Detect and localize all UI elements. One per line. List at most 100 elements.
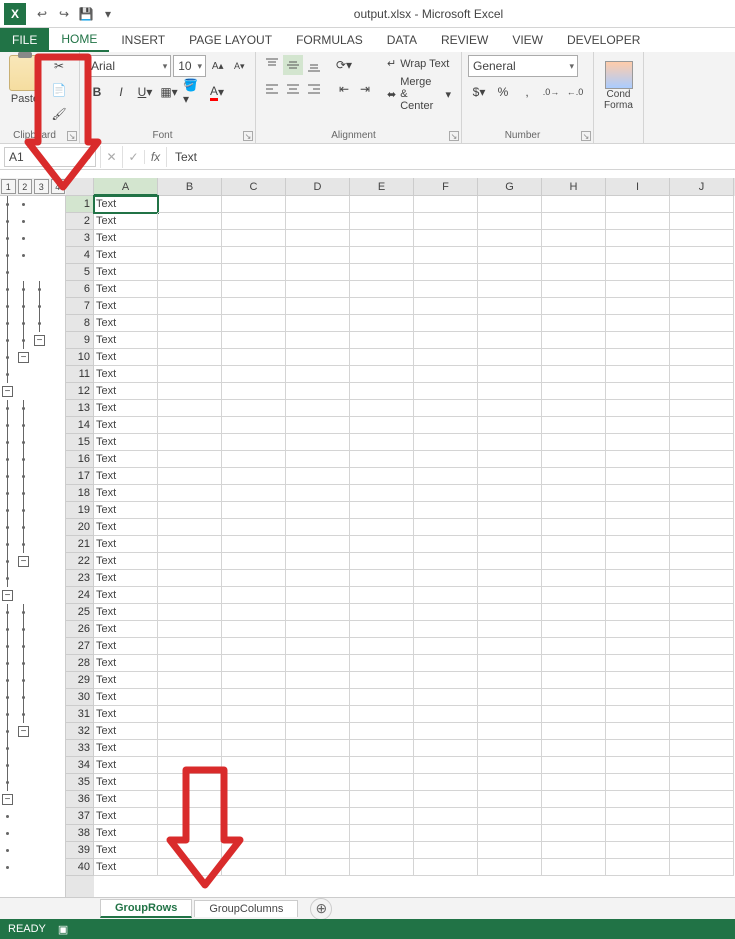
cell[interactable]: [606, 264, 670, 281]
cell[interactable]: [222, 315, 286, 332]
cell[interactable]: [542, 417, 606, 434]
cell[interactable]: [478, 383, 542, 400]
column-header-F[interactable]: F: [414, 178, 478, 196]
cell[interactable]: [350, 638, 414, 655]
align-bottom-icon[interactable]: [304, 55, 324, 75]
italic-button[interactable]: I: [110, 81, 132, 103]
cell[interactable]: [542, 774, 606, 791]
row-header[interactable]: 7: [66, 298, 94, 315]
alignment-dialog-icon[interactable]: ↘: [449, 131, 459, 141]
cell[interactable]: [350, 213, 414, 230]
cell[interactable]: [606, 298, 670, 315]
cell[interactable]: [286, 264, 350, 281]
cell[interactable]: [286, 519, 350, 536]
cell[interactable]: Text: [94, 213, 158, 230]
cell[interactable]: [670, 740, 734, 757]
cell[interactable]: [478, 808, 542, 825]
cell[interactable]: [606, 315, 670, 332]
accounting-format-icon[interactable]: $▾: [468, 81, 490, 103]
outline-level-2[interactable]: 2: [18, 179, 33, 194]
outline-level-1[interactable]: 1: [1, 179, 16, 194]
cell[interactable]: [350, 298, 414, 315]
select-all-button[interactable]: [66, 178, 94, 196]
cell[interactable]: [222, 468, 286, 485]
cell[interactable]: [222, 451, 286, 468]
cell[interactable]: [542, 213, 606, 230]
cell[interactable]: [542, 553, 606, 570]
cell[interactable]: [350, 774, 414, 791]
cell[interactable]: [414, 230, 478, 247]
cell[interactable]: [670, 689, 734, 706]
ribbon-tab-view[interactable]: VIEW: [500, 28, 555, 52]
cell[interactable]: [222, 842, 286, 859]
cell[interactable]: [222, 859, 286, 876]
cell[interactable]: [542, 315, 606, 332]
row-header[interactable]: 10: [66, 349, 94, 366]
cell[interactable]: [158, 587, 222, 604]
cell[interactable]: [670, 842, 734, 859]
cell[interactable]: [414, 349, 478, 366]
cell[interactable]: [414, 757, 478, 774]
cell[interactable]: [414, 502, 478, 519]
cell[interactable]: [414, 247, 478, 264]
row-header[interactable]: 40: [66, 859, 94, 876]
cell[interactable]: [286, 723, 350, 740]
cell[interactable]: [478, 332, 542, 349]
row-header[interactable]: 21: [66, 536, 94, 553]
cell[interactable]: [670, 349, 734, 366]
cell[interactable]: [414, 196, 478, 213]
copy-icon[interactable]: 📄: [48, 79, 70, 101]
redo-icon[interactable]: ↪: [54, 4, 74, 24]
cell[interactable]: [286, 672, 350, 689]
cell[interactable]: [222, 502, 286, 519]
cell[interactable]: [670, 196, 734, 213]
row-header[interactable]: 16: [66, 451, 94, 468]
cell[interactable]: [670, 757, 734, 774]
cell[interactable]: [158, 247, 222, 264]
cell[interactable]: [350, 332, 414, 349]
cell[interactable]: [414, 315, 478, 332]
cell[interactable]: [158, 689, 222, 706]
cell[interactable]: [286, 281, 350, 298]
cell[interactable]: [670, 400, 734, 417]
cell[interactable]: [606, 825, 670, 842]
cell[interactable]: [414, 842, 478, 859]
font-size-combo[interactable]: 10: [173, 55, 206, 77]
cell[interactable]: [606, 230, 670, 247]
cell[interactable]: [606, 281, 670, 298]
cell[interactable]: [158, 315, 222, 332]
cell[interactable]: [158, 485, 222, 502]
cell[interactable]: [606, 468, 670, 485]
outline-collapse-button[interactable]: −: [2, 794, 13, 805]
cell[interactable]: [158, 230, 222, 247]
align-top-icon[interactable]: [262, 55, 282, 75]
cell[interactable]: [606, 672, 670, 689]
cell[interactable]: [222, 570, 286, 587]
cell[interactable]: [478, 196, 542, 213]
cell[interactable]: Text: [94, 485, 158, 502]
cell[interactable]: [542, 519, 606, 536]
cell[interactable]: [414, 825, 478, 842]
cell[interactable]: [670, 230, 734, 247]
cell[interactable]: [670, 791, 734, 808]
cell[interactable]: [158, 196, 222, 213]
row-header[interactable]: 31: [66, 706, 94, 723]
cell[interactable]: [350, 655, 414, 672]
cell[interactable]: [286, 298, 350, 315]
cell[interactable]: Text: [94, 247, 158, 264]
number-format-combo[interactable]: General: [468, 55, 578, 77]
cell[interactable]: [286, 757, 350, 774]
cell[interactable]: [158, 281, 222, 298]
increase-indent-icon[interactable]: ⇥: [355, 79, 375, 99]
fill-color-button[interactable]: 🪣▾: [182, 81, 204, 103]
cell[interactable]: [158, 774, 222, 791]
row-header[interactable]: 38: [66, 825, 94, 842]
cell[interactable]: [414, 638, 478, 655]
cell[interactable]: [606, 689, 670, 706]
cell[interactable]: [158, 502, 222, 519]
cell[interactable]: [158, 655, 222, 672]
cell[interactable]: [606, 570, 670, 587]
cell[interactable]: [414, 400, 478, 417]
outline-collapse-button[interactable]: −: [34, 335, 45, 346]
cell[interactable]: [478, 689, 542, 706]
